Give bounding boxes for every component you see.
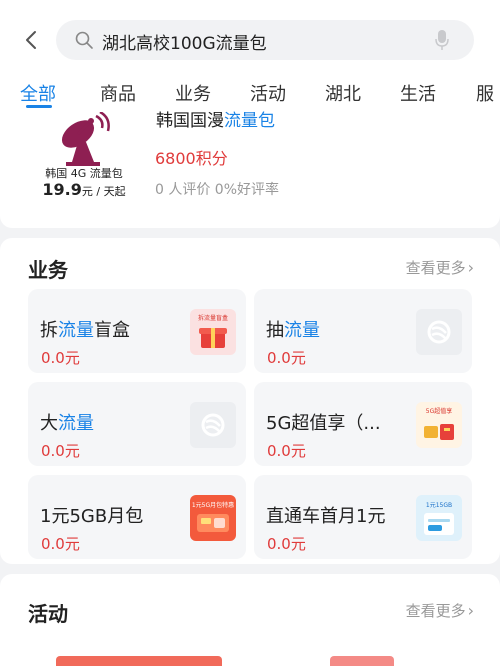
- card-price: 0.0元: [41, 349, 80, 367]
- activity-banner-right[interactable]: [330, 656, 394, 666]
- active-tab-indicator: [26, 105, 52, 108]
- search-bar[interactable]: 湖北高校100G流量包: [56, 20, 474, 60]
- card-title: 直通车首月1元: [266, 506, 386, 527]
- thumbnail-title: 韩国 4G 流量包: [45, 167, 123, 180]
- chevron-right-icon: ›: [467, 258, 474, 277]
- top-bar: 湖北高校100G流量包 全部 商品 业务 活动 湖北 生活 服: [0, 0, 500, 120]
- card-title: 拆流量盲盒: [40, 320, 130, 341]
- card-title: 大流量: [40, 413, 94, 434]
- product-name[interactable]: 韩国国漫流量包: [156, 106, 275, 131]
- product-thumbnail: 韩国 4G 流量包 19.9元 / 天起: [38, 110, 130, 202]
- business-card-big-data[interactable]: 大流量 0.0元: [28, 382, 246, 466]
- activity-banner-left[interactable]: [56, 656, 222, 666]
- product-points: 6800积分: [155, 149, 228, 168]
- china-mobile-logo-icon: [416, 309, 462, 355]
- tab-activity[interactable]: 活动: [250, 80, 286, 106]
- card-price: 0.0元: [41, 442, 80, 460]
- search-input[interactable]: 湖北高校100G流量包: [102, 29, 267, 54]
- tab-service[interactable]: 服: [476, 80, 494, 106]
- card-title: 1元5GB月包: [40, 506, 144, 527]
- back-arrow-icon[interactable]: [20, 28, 44, 52]
- business-card-express[interactable]: 直通车首月1元 0.0元 1元15GB: [254, 475, 472, 559]
- tab-goods[interactable]: 商品: [100, 80, 136, 106]
- tab-life[interactable]: 生活: [400, 80, 436, 106]
- tab-all[interactable]: 全部: [20, 80, 56, 106]
- business-section: 业务 查看更多› 拆流量盲盒 0.0元 拆流量盲盒 抽流量 0.0元 大流量: [0, 238, 500, 564]
- 5g-value-thumbnail: 5G超值享: [416, 402, 462, 448]
- tab-business[interactable]: 业务: [175, 80, 211, 106]
- activity-section: 活动 查看更多 ›: [0, 574, 500, 666]
- business-card-5g-value[interactable]: 5G超值享（... 0.0元 5G超值享: [254, 382, 472, 466]
- business-card-lottery[interactable]: 抽流量 0.0元: [254, 289, 472, 373]
- product-card[interactable]: 韩国 4G 流量包 19.9元 / 天起 韩国国漫流量包 6800积分 0 人评…: [0, 110, 500, 228]
- view-more-link[interactable]: 查看更多 ›: [406, 600, 474, 621]
- chevron-right-icon: ›: [467, 601, 474, 620]
- card-title: 5G超值享（...: [266, 413, 381, 434]
- blind-box-thumbnail: 拆流量盲盒: [190, 309, 236, 355]
- business-card-blind-box[interactable]: 拆流量盲盒 0.0元 拆流量盲盒: [28, 289, 246, 373]
- section-title: 业务: [28, 258, 68, 282]
- search-icon: [75, 31, 93, 49]
- express-thumbnail: 1元15GB: [416, 495, 462, 541]
- section-title: 活动: [28, 602, 68, 626]
- thumbnail-price: 19.9元 / 天起: [42, 180, 126, 199]
- microphone-icon[interactable]: [434, 29, 450, 51]
- card-price: 0.0元: [267, 442, 306, 460]
- category-tabs: 全部 商品 业务 活动 湖北 生活 服: [0, 76, 500, 110]
- business-card-1yuan-5gb[interactable]: 1元5GB月包 0.0元 1元5G月包特惠: [28, 475, 246, 559]
- card-price: 0.0元: [41, 535, 80, 553]
- view-more-link[interactable]: 查看更多 ›: [406, 257, 474, 278]
- card-price: 0.0元: [267, 535, 306, 553]
- card-price: 0.0元: [267, 349, 306, 367]
- monthly-pack-thumbnail: 1元5G月包特惠: [190, 495, 236, 541]
- card-title: 抽流量: [266, 320, 320, 341]
- tab-hubei[interactable]: 湖北: [325, 80, 361, 106]
- china-mobile-logo-icon: [190, 402, 236, 448]
- satellite-dish-icon: [61, 112, 110, 166]
- product-reviews: 0 人评价 0%好评率: [155, 182, 280, 198]
